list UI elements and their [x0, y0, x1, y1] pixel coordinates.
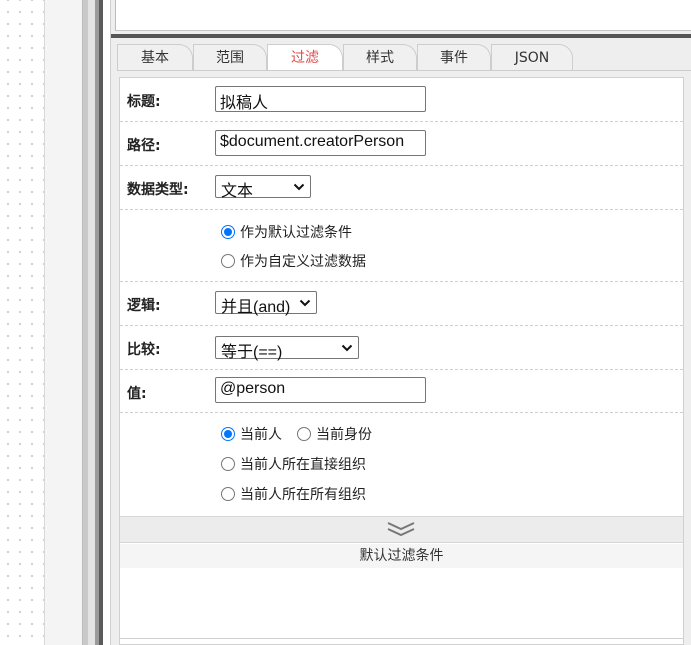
- radio-checked-icon[interactable]: [221, 225, 235, 239]
- compare-select[interactable]: 等于(==): [215, 336, 359, 361]
- panel-splitter[interactable]: [83, 0, 103, 645]
- tab-json[interactable]: JSON: [491, 44, 573, 70]
- form-row-filter-mode: 作为默认过滤条件 作为自定义过滤数据: [120, 210, 683, 282]
- default-filter-area-border: [120, 638, 683, 639]
- radio-unchecked-icon[interactable]: [221, 487, 235, 501]
- title-input[interactable]: 拟稿人: [215, 86, 426, 112]
- logic-label: 逻辑:: [127, 298, 161, 314]
- property-tabs: 基本 范围 过滤 样式 事件 JSON: [117, 44, 691, 71]
- radio-unchecked-icon[interactable]: [221, 254, 235, 268]
- top-divider: [111, 34, 691, 38]
- splitter-shade-light: [83, 0, 88, 645]
- form-row-compare: 比较: 等于(==): [120, 326, 683, 370]
- radio-all-org[interactable]: 当前人所在所有组织: [221, 484, 366, 504]
- radio-unchecked-icon[interactable]: [221, 457, 235, 471]
- chevron-down-icon: [341, 344, 353, 352]
- radio-checked-icon[interactable]: [221, 427, 235, 441]
- datatype-value: 文本: [221, 183, 254, 200]
- value-input[interactable]: @person: [215, 377, 426, 403]
- radio-unchecked-icon[interactable]: [297, 427, 311, 441]
- title-label: 标题:: [127, 94, 161, 110]
- form-row-path: 路径: $document.creatorPerson: [120, 122, 683, 166]
- radio-custom-filter-label: 作为自定义过滤数据: [240, 254, 366, 270]
- left-gutter: [45, 0, 82, 645]
- splitter-shade-dark: [99, 0, 103, 645]
- radio-default-filter[interactable]: 作为默认过滤条件: [221, 222, 352, 242]
- form-row-title: 标题: 拟稿人: [120, 78, 683, 122]
- double-chevron-down-icon[interactable]: [386, 521, 416, 539]
- compare-value: 等于(==): [221, 344, 283, 361]
- form-row-value-options: 当前人 当前身份 当前人所在直接组织 当前人所在所有组织: [120, 413, 683, 516]
- chevron-down-icon: [293, 183, 305, 191]
- tab-scope[interactable]: 范围: [193, 44, 267, 70]
- path-input[interactable]: $document.creatorPerson: [215, 130, 426, 156]
- tab-events[interactable]: 事件: [417, 44, 491, 70]
- radio-direct-org[interactable]: 当前人所在直接组织: [221, 454, 366, 474]
- logic-value: 并且(and): [221, 299, 291, 316]
- top-frame: [115, 0, 691, 31]
- radio-current-person[interactable]: 当前人: [221, 424, 282, 444]
- form-row-logic: 逻辑: 并且(and): [120, 282, 683, 326]
- radio-custom-filter[interactable]: 作为自定义过滤数据: [221, 251, 366, 271]
- default-filter-title: 默认过滤条件: [120, 544, 683, 568]
- tabs-baseline: [117, 70, 691, 71]
- datatype-select[interactable]: 文本: [215, 175, 311, 200]
- tab-basic[interactable]: 基本: [117, 44, 193, 70]
- radio-direct-org-label: 当前人所在直接组织: [240, 457, 366, 473]
- filter-form: 标题: 拟稿人 路径: $document.creatorPerson 数据类型…: [119, 77, 684, 645]
- datatype-label: 数据类型:: [127, 182, 189, 198]
- tab-style[interactable]: 样式: [343, 44, 417, 70]
- path-label: 路径:: [127, 138, 161, 154]
- radio-current-identity-label: 当前身份: [316, 427, 372, 443]
- value-label: 值:: [127, 386, 147, 402]
- property-panel: 基本 范围 过滤 样式 事件 JSON 标题: 拟稿人 路径: $documen…: [110, 0, 691, 645]
- tab-filter[interactable]: 过滤: [267, 44, 343, 71]
- radio-current-identity[interactable]: 当前身份: [297, 424, 372, 444]
- radio-default-filter-label: 作为默认过滤条件: [240, 225, 352, 241]
- form-row-datatype: 数据类型: 文本: [120, 166, 683, 210]
- compare-label: 比较:: [127, 342, 161, 358]
- design-canvas[interactable]: [0, 0, 44, 645]
- radio-all-org-label: 当前人所在所有组织: [240, 487, 366, 503]
- radio-current-person-label: 当前人: [240, 427, 282, 443]
- chevron-down-icon: [299, 299, 311, 307]
- logic-select[interactable]: 并且(and): [215, 291, 317, 316]
- form-row-value: 值: @person: [120, 370, 683, 413]
- collapse-toggle[interactable]: [120, 516, 683, 543]
